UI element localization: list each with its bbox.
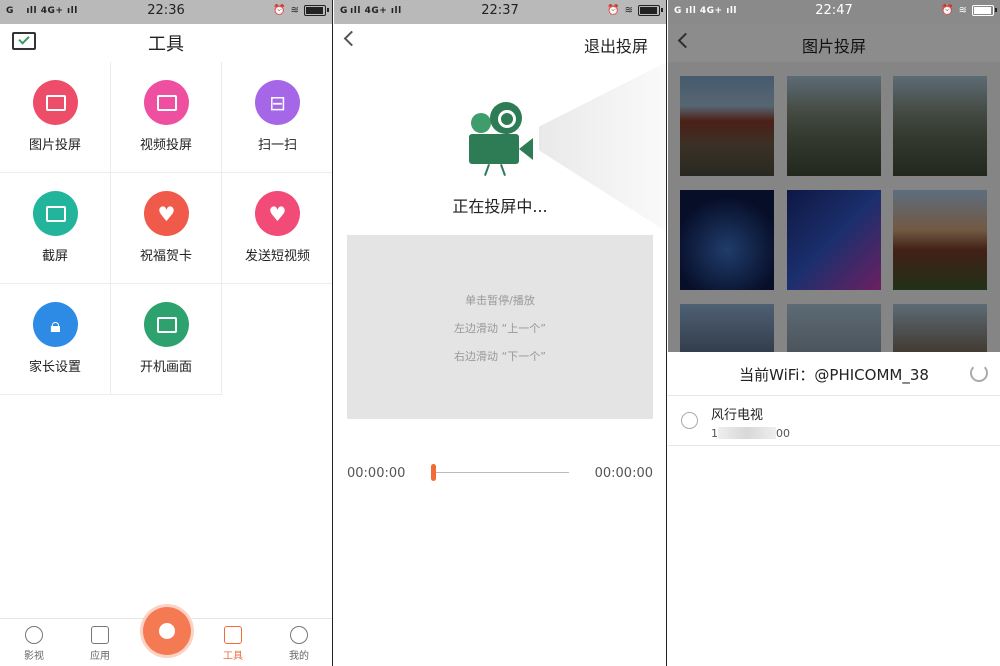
tool-label: 图片投屏	[28, 138, 81, 153]
play-icon	[25, 626, 43, 644]
wifi-icon: ≋	[624, 5, 633, 16]
progress-handle[interactable]	[431, 464, 436, 481]
exit-cast-button[interactable]: 退出投屏	[584, 33, 648, 57]
playback-bar: 00:00:00 00:00:00	[347, 464, 653, 486]
back-icon[interactable]	[343, 30, 360, 47]
alarm-icon: ⏰	[941, 5, 954, 16]
hint-next: 右边滑动 “下一个”	[454, 350, 546, 363]
modal-overlay[interactable]	[668, 24, 1000, 352]
device-name: 风行电视	[711, 408, 764, 423]
status-bar: G ıll 4G+ ıll 22:47 ⏰ ≋	[668, 0, 1000, 24]
current-wifi: 当前WiFi：@PHICOMM_38	[739, 366, 929, 384]
alarm-icon: ⏰	[607, 5, 620, 16]
scan-icon: ⊟	[255, 80, 300, 125]
gesture-pad[interactable]: 单击暂停/播放 左边滑动 “上一个” 右边滑动 “下一个”	[347, 235, 653, 419]
device-item[interactable]: 风行电视 1 00	[668, 396, 1000, 446]
hint-previous: 左边滑动 “上一个”	[454, 322, 546, 335]
image-cast-icon	[33, 80, 78, 125]
image-icon	[144, 302, 189, 347]
lock-icon: 🔒︎	[33, 302, 78, 347]
status-icons: ⏰ ≋	[941, 5, 997, 16]
casting-status: 正在投屏中...	[452, 197, 548, 216]
tools-screen: G ıll 4G+ ıll 22:36 ⏰ ≋ 工具 图片投屏 视频投屏 ⊟ 扫…	[0, 0, 333, 666]
photo-cast-screen: 图片投屏 G ıll 4G+ ıll 22:47 ⏰ ≋ 当前WiFi：@PHI…	[668, 0, 1000, 666]
wifi-icon: ≋	[290, 5, 299, 16]
hint-pause: 单击暂停/播放	[465, 294, 535, 307]
tool-image-cast[interactable]: 图片投屏	[0, 62, 111, 173]
wifi-icon: ≋	[958, 5, 967, 16]
tool-label: 发送短视频	[244, 249, 310, 264]
tab-label: 我的	[289, 651, 309, 662]
ip-prefix: 1	[711, 427, 718, 440]
tab-apps[interactable]: 应用	[70, 626, 130, 662]
total-time: 00:00:00	[594, 466, 653, 481]
bottom-tab-bar: 影视 应用 工具 我的	[0, 607, 332, 666]
short-video-icon: ♥	[255, 191, 300, 236]
tool-label: 截屏	[41, 249, 68, 264]
remote-control-button[interactable]	[143, 607, 191, 655]
tool-video-cast[interactable]: 视频投屏	[111, 62, 222, 173]
tool-screenshot[interactable]: 截屏	[0, 173, 111, 284]
tool-scan[interactable]: ⊟ 扫一扫	[222, 62, 332, 173]
movie-camera-icon	[466, 102, 536, 177]
tab-label: 应用	[90, 651, 110, 662]
tool-send-short-video[interactable]: ♥ 发送短视频	[222, 173, 332, 284]
tool-greeting-card[interactable]: ♥ 祝福贺卡	[111, 173, 222, 284]
device-picker-sheet: 当前WiFi：@PHICOMM_38 风行电视 1 00	[668, 352, 1000, 666]
video-cast-icon	[144, 80, 189, 125]
tool-label: 开机画面	[139, 360, 192, 375]
tab-tools[interactable]: 工具	[203, 626, 263, 662]
tab-label: 影视	[24, 651, 44, 662]
tool-label: 扫一扫	[257, 138, 297, 153]
toolbox-icon	[224, 626, 242, 644]
redacted-ip	[718, 427, 776, 439]
status-bar: G ıll 4G+ ıll 22:37 ⏰ ≋	[334, 0, 666, 24]
status-bar: G ıll 4G+ ıll 22:36 ⏰ ≋	[0, 0, 332, 24]
tool-label: 视频投屏	[139, 138, 192, 153]
alarm-icon: ⏰	[273, 5, 286, 16]
tool-parental-settings[interactable]: 🔒︎ 家长设置	[0, 284, 111, 395]
user-icon	[290, 626, 308, 644]
tab-label: 工具	[223, 651, 243, 662]
refresh-icon[interactable]	[970, 364, 988, 382]
page-title: 工具	[148, 34, 184, 55]
radio-button[interactable]	[681, 412, 698, 429]
status-icons: ⏰ ≋	[607, 5, 663, 16]
casting-screen: G ıll 4G+ ıll 22:37 ⏰ ≋ 退出投屏 正在投屏中... 单击…	[334, 0, 667, 666]
battery-icon	[304, 5, 329, 16]
battery-icon	[972, 5, 997, 16]
tab-mine[interactable]: 我的	[269, 626, 329, 662]
tool-label: 家长设置	[28, 360, 81, 375]
ip-suffix: 00	[776, 427, 790, 440]
screenshot-icon	[33, 191, 78, 236]
status-icons: ⏰ ≋	[273, 5, 329, 16]
tab-video[interactable]: 影视	[4, 626, 64, 662]
tool-boot-screen[interactable]: 开机画面	[111, 284, 222, 395]
current-time: 00:00:00	[347, 466, 406, 481]
tool-label: 祝福贺卡	[139, 249, 192, 264]
battery-icon	[638, 5, 663, 16]
greeting-card-icon: ♥	[144, 191, 189, 236]
progress-track[interactable]	[431, 472, 569, 473]
grid-icon	[91, 626, 109, 644]
device-ip: 1 00	[711, 427, 790, 440]
